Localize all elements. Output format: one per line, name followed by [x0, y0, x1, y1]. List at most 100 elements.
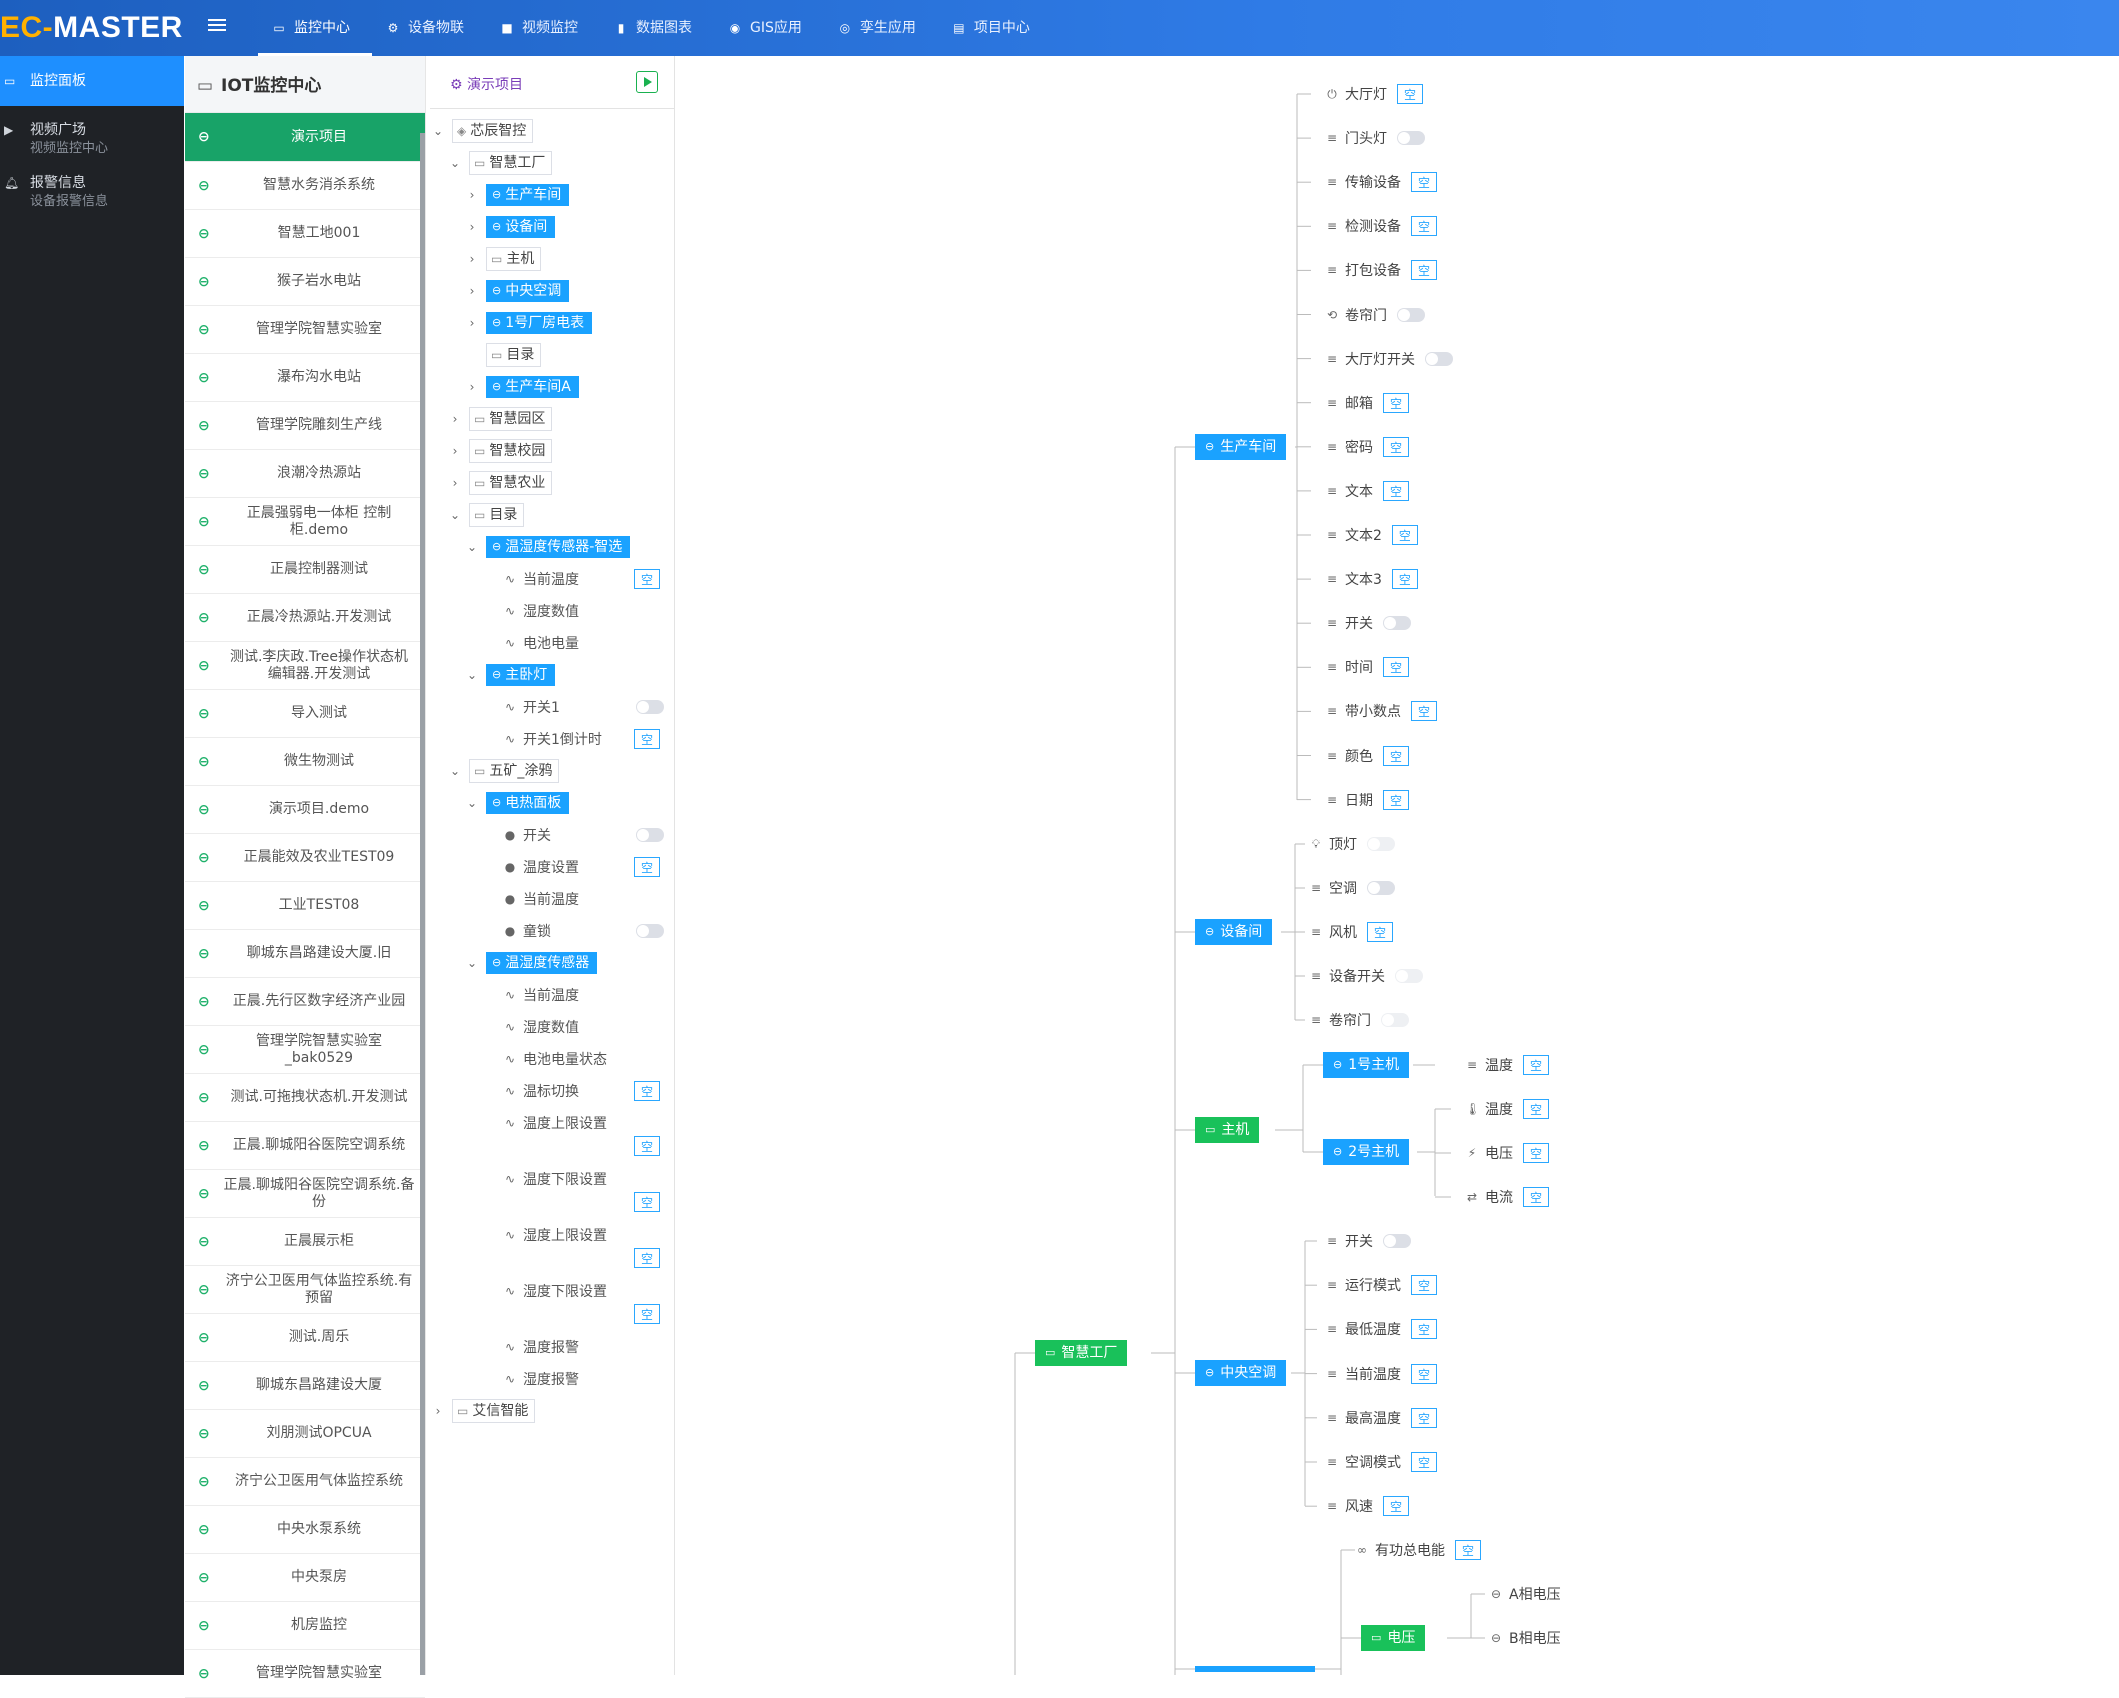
project-item[interactable]: ⊖ 刘朋测试OPCUA [185, 1410, 425, 1458]
project-item[interactable]: ⊖ 正晨.先行区数字经济产业园 [185, 978, 425, 1026]
mindmap-leaf[interactable]: ≡ 大厅灯开关 [1325, 348, 1453, 370]
tree-node[interactable]: ∿ 湿度下限设置 [503, 1280, 607, 1302]
project-item[interactable]: ⊖ 演示项目 [185, 113, 425, 162]
tree-node[interactable]: ▭ 艾信智能 [452, 1399, 536, 1423]
mindmap-leaf[interactable]: ≡ 最低温度空 [1325, 1318, 1437, 1340]
tree-node[interactable]: ⊖ 生产车间 [486, 184, 570, 206]
mindmap-leaf[interactable]: ≡ 空调模式空 [1325, 1451, 1437, 1473]
project-item[interactable]: ⊖ 中央泵房 [185, 1554, 425, 1602]
project-item[interactable]: ⊖ 聊城东昌路建设大厦.旧 [185, 930, 425, 978]
project-item[interactable]: ⊖ 测试.可拖拽状态机.开发测试 [185, 1074, 425, 1122]
tree-node[interactable]: ⊖ 1号厂房电表 [486, 312, 593, 334]
tree-node[interactable]: ▭ 主机 [486, 247, 542, 271]
tree-node[interactable]: ∿ 电池电量状态 [503, 1048, 607, 1070]
project-item[interactable]: ⊖ 正晨展示柜 [185, 1218, 425, 1266]
project-item[interactable]: ⊖ 正晨强弱电一体柜 控制柜.demo [185, 498, 425, 546]
tree-node[interactable]: ● 开关 [503, 824, 551, 846]
empty-value-badge[interactable]: 空 [1411, 260, 1437, 281]
empty-value-badge[interactable]: 空 [634, 1192, 660, 1212]
project-item[interactable]: ⊖ 演示项目.demo [185, 786, 425, 834]
branch-meter[interactable] [1195, 1666, 1315, 1672]
toggle-switch[interactable] [1395, 969, 1423, 983]
branch-equipment-room[interactable]: ⊖ 设备间 [1195, 919, 1273, 945]
mindmap-leaf[interactable]: ≡ 密码空 [1325, 436, 1409, 458]
tree-node[interactable]: ∿ 湿度数值 [503, 1016, 579, 1038]
empty-value-badge[interactable]: 空 [634, 857, 660, 877]
branch-central-ac[interactable]: ⊖ 中央空调 [1195, 1360, 1287, 1386]
project-item[interactable]: ⊖ 浪潮冷热源站 [185, 450, 425, 498]
tree-node[interactable]: ∿ 开关1 [503, 696, 560, 718]
toggle-switch[interactable] [1383, 616, 1411, 631]
tree-node[interactable]: ▭ 目录 [469, 503, 525, 527]
mindmap-leaf[interactable]: ≡ 带小数点空 [1325, 700, 1437, 722]
tree-node[interactable]: ∿ 温度报警 [503, 1336, 579, 1358]
empty-value-badge[interactable]: 空 [1523, 1055, 1549, 1075]
mindmap-leaf[interactable]: ≡ 风机空 [1309, 921, 1393, 943]
mindmap-leaf[interactable]: ⚡︎ 电压空 [1465, 1142, 1549, 1164]
project-item[interactable]: ⊖ 导入测试 [185, 690, 425, 738]
empty-value-badge[interactable]: 空 [634, 569, 660, 589]
mindmap-leaf[interactable]: ≡ 设备开关 [1309, 965, 1423, 987]
tree-node[interactable]: ∿ 湿度数值 [503, 600, 579, 622]
empty-value-badge[interactable]: 空 [1411, 1363, 1437, 1384]
toggle-switch[interactable] [636, 700, 664, 714]
mindmap-leaf[interactable]: ≡ 打包设备空 [1325, 259, 1437, 281]
tab-nav-4[interactable]: ◉ GIS应用 [714, 0, 824, 56]
empty-value-badge[interactable]: 空 [1411, 172, 1437, 193]
tree-node[interactable]: ▭ 目录 [486, 343, 542, 367]
project-item[interactable]: ⊖ 中央水泵系统 [185, 1506, 425, 1554]
tree-node[interactable]: ⊖ 设备间 [486, 216, 556, 238]
tree-node[interactable]: ∿ 温度上限设置 [503, 1112, 607, 1134]
empty-value-badge[interactable]: 空 [634, 1136, 660, 1156]
mindmap-leaf[interactable]: ≡ 风速空 [1325, 1495, 1409, 1517]
mindmap-leaf[interactable]: 🌡︎ 温度空 [1465, 1098, 1549, 1120]
mindmap-leaf[interactable]: ≡ 文本3 空 [1325, 568, 1418, 590]
tree-node[interactable]: ⊖ 温湿度传感器 [486, 952, 598, 974]
empty-value-badge[interactable]: 空 [1383, 789, 1409, 810]
tree-node[interactable]: ▭ 智慧园区 [469, 407, 553, 431]
empty-value-badge[interactable]: 空 [1383, 436, 1409, 457]
mindmap-root[interactable]: ▭ 智慧工厂 [1035, 1340, 1128, 1366]
empty-value-badge[interactable]: 空 [1523, 1187, 1549, 1207]
menu-toggle-icon[interactable] [208, 16, 226, 34]
empty-value-badge[interactable]: 空 [1383, 657, 1409, 678]
tree-node[interactable]: ∿ 当前温度 [503, 568, 579, 590]
mindmap-leaf[interactable]: 💡︎ 顶灯 [1309, 833, 1395, 855]
empty-value-badge[interactable]: 空 [1411, 1452, 1437, 1472]
mindmap-leaf[interactable]: ≡ 颜色空 [1325, 745, 1409, 767]
tree-node[interactable]: ∿ 湿度上限设置 [503, 1224, 607, 1246]
empty-value-badge[interactable]: 空 [634, 1081, 660, 1101]
project-item[interactable]: ⊖ 正晨.聊城阳谷医院空调系统 [185, 1122, 425, 1170]
toggle-switch[interactable] [1383, 1234, 1411, 1248]
project-item[interactable]: ⊖ 测试.周乐 [185, 1314, 425, 1362]
tree-node[interactable]: ◈ 芯辰智控 [452, 119, 534, 143]
project-item[interactable]: ⊖ 正晨.聊城阳谷医院空调系统.备份 [185, 1170, 425, 1218]
tab-nav-3[interactable]: ▮ 数据图表 [600, 0, 714, 56]
project-item[interactable]: ⊖ 测试.李庆政.Tree操作状态机编辑器.开发测试 [185, 642, 425, 690]
branch-host[interactable]: ▭ 主机 [1195, 1117, 1260, 1143]
toggle-switch[interactable] [1367, 881, 1395, 895]
tree-node[interactable]: ∿ 温标切换 [503, 1080, 579, 1102]
tree-node[interactable]: ⊖ 生产车间A [486, 376, 579, 398]
mindmap-leaf[interactable]: ≡ 当前温度空 [1325, 1363, 1437, 1385]
project-item[interactable]: ⊖ 猴子岩水电站 [185, 258, 425, 306]
tree-node[interactable]: ▭ 智慧校园 [469, 439, 553, 463]
tree-node[interactable]: ⊖ 电热面板 [486, 792, 570, 814]
mindmap-leaf[interactable]: ≡ 卷帘门 [1309, 1009, 1409, 1031]
toggle-switch[interactable] [1381, 1013, 1409, 1027]
tab-nav-0[interactable]: ▭ 监控中心 [258, 0, 372, 56]
empty-value-badge[interactable]: 空 [1391, 525, 1418, 545]
mindmap-leaf[interactable]: ≡ 文本2 空 [1325, 524, 1418, 546]
mindmap-leaf[interactable]: ≡ 传输设备空 [1325, 171, 1437, 193]
empty-value-badge[interactable]: 空 [1383, 1496, 1409, 1517]
host-2[interactable]: ⊖ 2号主机 [1323, 1139, 1410, 1165]
mindmap-leaf[interactable]: ≡ 开关 [1325, 612, 1411, 634]
project-item[interactable]: ⊖ 正晨冷热源站.开发测试 [185, 594, 425, 642]
tree-node[interactable]: ∿ 开关1倒计时 [503, 728, 602, 750]
project-item[interactable]: ⊖ 微生物测试 [185, 738, 425, 786]
mindmap-leaf[interactable]: ∞ 有功总电能空 [1355, 1539, 1481, 1561]
project-item[interactable]: ⊖ 管理学院雕刻生产线 [185, 402, 425, 450]
project-item[interactable]: ⊖ 聊城东昌路建设大厦 [185, 1362, 425, 1410]
empty-value-badge[interactable]: 空 [1523, 1099, 1549, 1119]
host-1[interactable]: ⊖ 1号主机 [1323, 1052, 1410, 1078]
